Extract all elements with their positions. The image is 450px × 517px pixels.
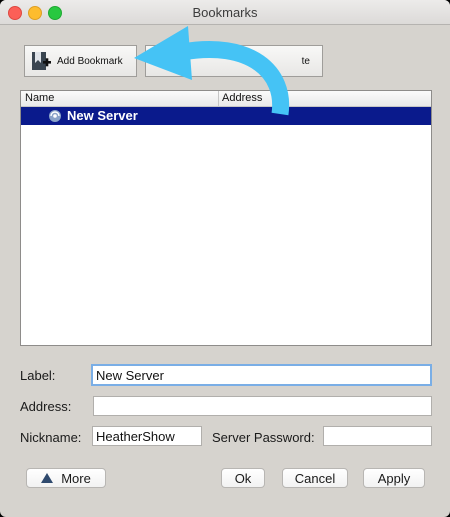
window-title: Bookmarks xyxy=(192,5,258,20)
nickname-input[interactable] xyxy=(92,426,202,446)
cancel-button-label: Cancel xyxy=(294,470,336,486)
ok-button[interactable]: Ok xyxy=(221,468,265,488)
more-button[interactable]: More xyxy=(26,468,106,488)
add-bookmark-button[interactable]: Add Bookmark xyxy=(24,45,137,77)
cancel-button[interactable]: Cancel xyxy=(282,468,348,488)
ok-button-label: Ok xyxy=(234,470,252,486)
address-field-label: Address: xyxy=(20,399,72,414)
bookmarks-window: Bookmarks Add Bookmark te Name Address N… xyxy=(0,0,450,517)
triangle-up-icon xyxy=(41,473,54,483)
column-header-name[interactable]: Name xyxy=(25,92,54,104)
label-input[interactable] xyxy=(91,364,432,386)
more-button-label: More xyxy=(61,470,91,486)
apply-button[interactable]: Apply xyxy=(363,468,425,488)
server-password-field-label: Server Password: xyxy=(212,430,315,445)
address-input[interactable] xyxy=(93,396,432,416)
server-icon xyxy=(49,110,61,122)
server-password-input[interactable] xyxy=(323,426,432,446)
add-bookmark-icon xyxy=(32,52,51,70)
list-item-name: New Server xyxy=(67,108,138,123)
apply-button-label: Apply xyxy=(377,470,411,486)
label-field-label: Label: xyxy=(20,368,56,383)
add-bookmark-label: Add Bookmark xyxy=(57,55,123,67)
bookmark-list[interactable]: Name Address New Server xyxy=(20,90,432,346)
delete-bookmark-label: te xyxy=(301,55,310,67)
nickname-field-label: Nickname: xyxy=(20,430,82,445)
curved-arrow-icon xyxy=(134,26,290,116)
